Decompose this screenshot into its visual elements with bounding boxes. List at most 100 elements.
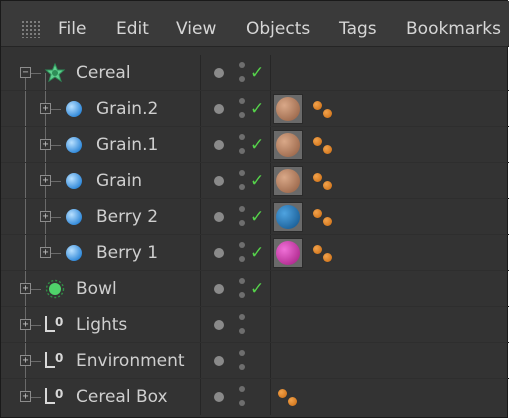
tree-row-cereal-box[interactable]: + 0 Cereal Box [1,379,509,415]
render-visibility-dot[interactable] [239,112,245,118]
editor-visibility-dot[interactable] [239,350,245,356]
editor-visibility-dot[interactable] [239,98,245,104]
particle-tag-icon[interactable] [313,173,322,182]
tree-row-environment[interactable]: + 0 Environment [1,343,509,379]
material-tag[interactable] [273,130,303,160]
collapse-toggle[interactable]: − [20,67,31,78]
visibility-dot[interactable] [214,140,224,150]
material-tag[interactable] [273,166,303,196]
visibility-dot[interactable] [214,392,224,402]
object-label[interactable]: Bowl [76,279,117,299]
editor-visibility-dot[interactable] [239,386,245,392]
editor-visibility-dot[interactable] [239,278,245,284]
material-preview-brown [276,97,300,121]
material-tag[interactable] [273,94,303,124]
menu-view[interactable]: View [176,18,216,40]
object-manager-panel: File Edit View Objects Tags Bookmarks − … [0,0,509,419]
object-label[interactable]: Grain [96,171,142,191]
object-label[interactable]: Lights [76,315,127,335]
null-object-icon: 0 [45,387,63,404]
particle-tag-icon[interactable] [313,101,322,110]
editor-visibility-dot[interactable] [239,314,245,320]
editor-visibility-dot[interactable] [239,62,245,68]
menu-edit[interactable]: Edit [116,18,149,40]
null-object-icon: 0 [45,315,63,332]
tree-row-cereal[interactable]: − Cereal ✓ [1,55,509,91]
tree-row-grain-2[interactable]: + Grain.2 ✓ [1,91,509,127]
tree-row-berry-1[interactable]: + Berry 1 ✓ [1,235,509,271]
render-visibility-dot[interactable] [239,292,245,298]
expand-toggle[interactable]: + [20,283,31,294]
enabled-check-icon[interactable]: ✓ [250,100,264,118]
object-tree: − Cereal ✓ + Grain.2 ✓ + Grain.1 ✓ + Gra… [1,47,509,419]
enabled-check-icon[interactable]: ✓ [250,64,264,82]
object-label[interactable]: Grain.2 [96,99,158,119]
visibility-dot[interactable] [214,68,224,78]
expand-toggle[interactable]: + [40,247,51,258]
render-visibility-dot[interactable] [239,400,245,406]
render-visibility-dot[interactable] [239,76,245,82]
lathe-icon [45,279,65,299]
object-label[interactable]: Grain.1 [96,135,158,155]
tree-row-grain-1[interactable]: + Grain.1 ✓ [1,127,509,163]
render-visibility-dot[interactable] [239,148,245,154]
menu-tags[interactable]: Tags [339,18,377,40]
expand-toggle[interactable]: + [40,211,51,222]
material-tag[interactable] [273,202,303,232]
menu-bookmarks[interactable]: Bookmarks [406,18,501,40]
render-visibility-dot[interactable] [239,256,245,262]
svg-text:0: 0 [55,315,63,329]
enabled-check-icon[interactable]: ✓ [250,280,264,298]
expand-toggle[interactable]: + [40,139,51,150]
visibility-dot[interactable] [214,212,224,222]
render-visibility-dot[interactable] [239,364,245,370]
tree-row-lights[interactable]: + 0 Lights [1,307,509,343]
tree-row-berry-2[interactable]: + Berry 2 ✓ [1,199,509,235]
enabled-check-icon[interactable]: ✓ [250,136,264,154]
sphere-icon [66,209,82,225]
render-visibility-dot[interactable] [239,184,245,190]
sphere-icon [66,101,82,117]
null-object-icon: 0 [45,351,63,368]
enabled-check-icon[interactable]: ✓ [250,208,264,226]
object-label[interactable]: Berry 1 [96,243,158,263]
expand-toggle[interactable]: + [40,103,51,114]
editor-visibility-dot[interactable] [239,206,245,212]
object-label[interactable]: Environment [76,351,185,371]
menu-objects[interactable]: Objects [246,18,310,40]
material-preview-blue [276,205,300,229]
expand-toggle[interactable]: + [20,355,31,366]
particle-tag-icon[interactable] [313,137,322,146]
object-label[interactable]: Berry 2 [96,207,158,227]
enabled-check-icon[interactable]: ✓ [250,244,264,262]
sphere-icon [66,245,82,261]
sphere-icon [66,173,82,189]
visibility-dot[interactable] [214,284,224,294]
material-preview-brown [276,133,300,157]
object-label[interactable]: Cereal [76,63,131,83]
visibility-dot[interactable] [214,176,224,186]
visibility-dot[interactable] [214,248,224,258]
editor-visibility-dot[interactable] [239,242,245,248]
tree-row-grain[interactable]: + Grain ✓ [1,163,509,199]
expand-toggle[interactable]: + [20,319,31,330]
material-tag[interactable] [273,238,303,268]
enabled-check-icon[interactable]: ✓ [250,172,264,190]
render-visibility-dot[interactable] [239,328,245,334]
editor-visibility-dot[interactable] [239,134,245,140]
expand-toggle[interactable]: + [20,391,31,402]
editor-visibility-dot[interactable] [239,170,245,176]
visibility-dot[interactable] [214,104,224,114]
panel-grip-icon[interactable] [21,20,41,38]
material-preview-brown [276,169,300,193]
visibility-dot[interactable] [214,320,224,330]
object-label[interactable]: Cereal Box [76,387,168,407]
render-visibility-dot[interactable] [239,220,245,226]
tree-row-bowl[interactable]: + Bowl ✓ [1,271,509,307]
menu-file[interactable]: File [58,18,86,40]
expand-toggle[interactable]: + [40,175,51,186]
particle-tag-icon[interactable] [313,245,322,254]
particle-tag-icon[interactable] [278,389,287,398]
particle-tag-icon[interactable] [313,209,322,218]
visibility-dot[interactable] [214,356,224,366]
